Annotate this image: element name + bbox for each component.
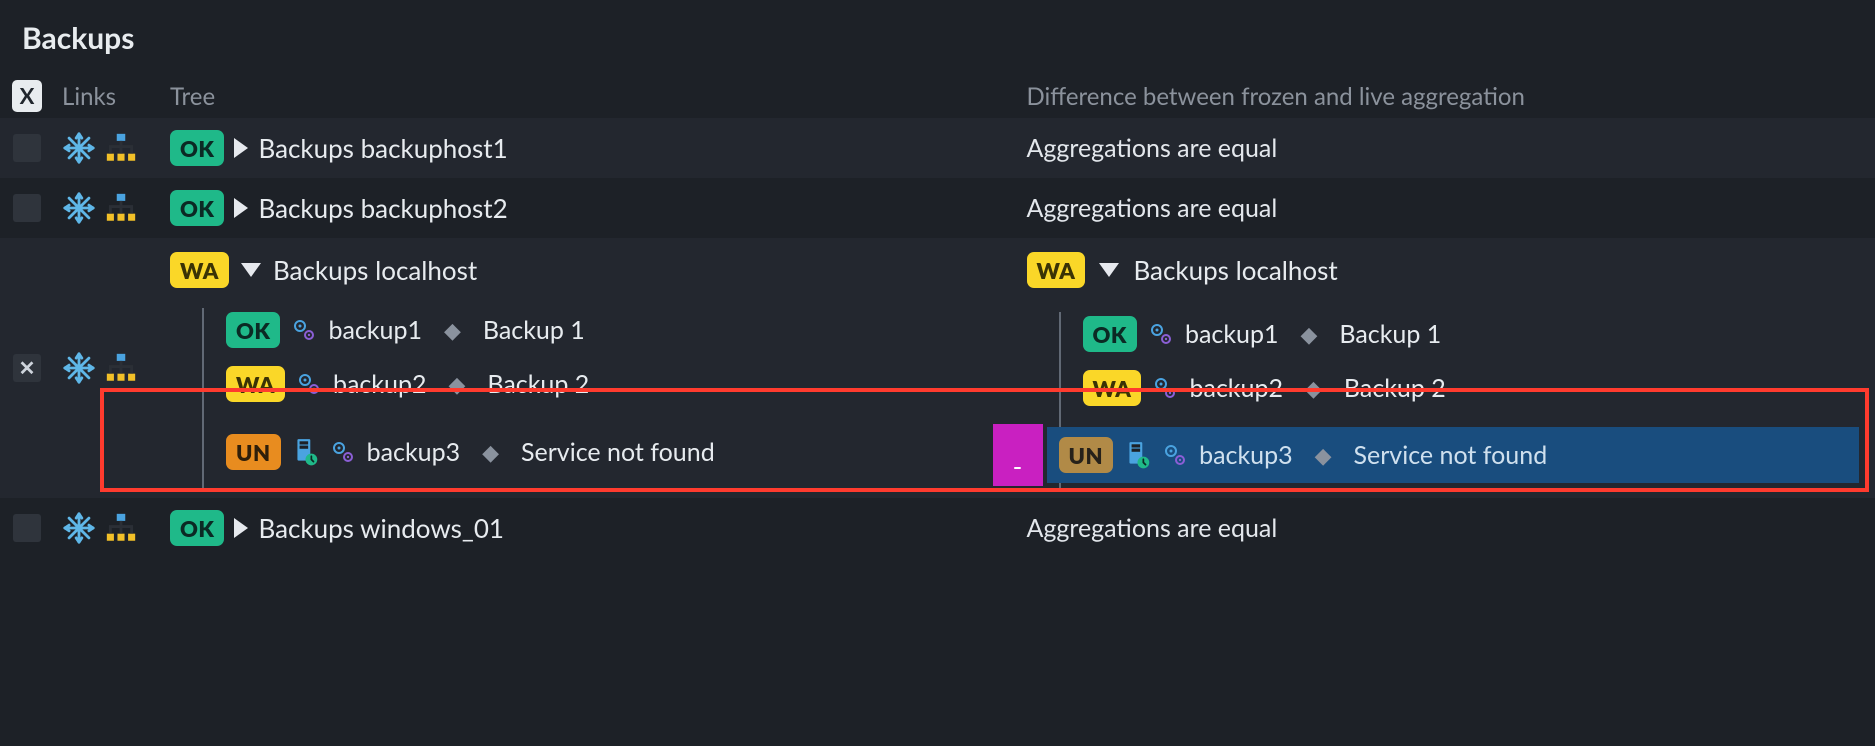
separator-diamond-icon: ◆: [434, 316, 471, 344]
status-badge: UN: [1059, 437, 1114, 473]
tree-leaf[interactable]: UN backup3 ◆ Service not found: [226, 420, 715, 484]
status-badge: OK: [170, 510, 224, 546]
table-row: OK Backups backuphost1 Aggregations are …: [0, 118, 1875, 178]
table-row: OK Backups backuphost2 Aggregations are …: [0, 178, 1875, 238]
table-row: OK Backups windows_01 Aggregations are e…: [0, 498, 1875, 558]
separator-diamond-icon: ◆: [1305, 441, 1342, 469]
service-name: backup3: [367, 437, 461, 467]
hierarchy-icon[interactable]: [104, 191, 138, 225]
hierarchy-icon[interactable]: [104, 511, 138, 545]
column-header-x[interactable]: X: [12, 80, 43, 112]
column-header-links[interactable]: Links: [54, 76, 162, 117]
service-icon: [292, 318, 316, 342]
tree-node-label[interactable]: Backups backuphost1: [258, 132, 507, 164]
service-desc: Service not found: [521, 437, 715, 467]
select-toggle[interactable]: [13, 194, 41, 222]
table-header: X Links Tree Difference between frozen a…: [0, 74, 1875, 118]
expand-toggle[interactable]: [234, 138, 248, 158]
tree-node-label[interactable]: Backups localhost: [273, 254, 477, 286]
snowflake-icon[interactable]: [62, 191, 96, 225]
diff-leaf[interactable]: OK backup1 ◆ Backup 1: [1083, 316, 1860, 352]
status-badge: WA: [1083, 370, 1142, 406]
host-time-icon: [293, 437, 319, 467]
service-desc: Backup 2: [1344, 373, 1446, 403]
service-icon: [297, 372, 321, 396]
tree-leaf[interactable]: OK backup1 ◆ Backup 1: [226, 312, 715, 348]
status-badge: WA: [1027, 252, 1086, 288]
tree-node-label[interactable]: Backups backuphost2: [258, 192, 507, 224]
page-title: Backups: [22, 20, 1875, 56]
expand-toggle[interactable]: [234, 518, 248, 538]
snowflake-icon[interactable]: [62, 351, 96, 385]
diff-removed-marker: -: [993, 424, 1043, 486]
service-name: backup2: [333, 369, 427, 399]
service-name: backup1: [328, 315, 422, 345]
status-badge: OK: [170, 130, 224, 166]
service-icon: [331, 440, 355, 464]
diff-leaf-highlighted[interactable]: - UN backup3 ◆: [993, 424, 1860, 486]
tree-guide-line: [202, 308, 204, 490]
snowflake-icon[interactable]: [62, 511, 96, 545]
separator-diamond-icon: ◆: [472, 438, 509, 466]
service-name: backup2: [1189, 373, 1283, 403]
column-header-diff[interactable]: Difference between frozen and live aggre…: [1019, 76, 1875, 117]
hierarchy-icon[interactable]: [104, 131, 138, 165]
service-desc: Service not found: [1354, 440, 1548, 470]
service-icon: [1163, 443, 1187, 467]
service-icon: [1153, 376, 1177, 400]
service-name: backup1: [1185, 319, 1279, 349]
status-badge: WA: [226, 366, 285, 402]
diff-leaf[interactable]: WA backup2 ◆ Backup 2: [1083, 370, 1860, 406]
status-badge: OK: [170, 190, 224, 226]
service-desc: Backup 1: [1339, 319, 1441, 349]
status-badge: OK: [226, 312, 280, 348]
separator-diamond-icon: ◆: [1295, 374, 1332, 402]
status-badge: WA: [170, 252, 229, 288]
table-row: WA Backups localhost OK backup1 ◆ Backup…: [0, 238, 1875, 498]
host-time-icon: [1125, 440, 1151, 470]
diff-equal-text: Aggregations are equal: [1027, 193, 1278, 223]
service-desc: Backup 2: [487, 369, 589, 399]
snowflake-icon[interactable]: [62, 131, 96, 165]
select-toggle[interactable]: [13, 134, 41, 162]
collapse-toggle[interactable]: [1099, 263, 1119, 277]
tree-leaf[interactable]: WA backup2 ◆ Backup 2: [226, 366, 715, 402]
column-header-tree[interactable]: Tree: [162, 76, 1019, 117]
separator-diamond-icon: ◆: [1290, 320, 1327, 348]
select-toggle[interactable]: [13, 514, 41, 542]
status-badge: OK: [1083, 316, 1137, 352]
status-badge: UN: [226, 434, 281, 470]
collapse-toggle[interactable]: [241, 263, 261, 277]
select-toggle[interactable]: [13, 354, 41, 382]
service-desc: Backup 1: [483, 315, 585, 345]
expand-toggle[interactable]: [234, 198, 248, 218]
service-name: backup3: [1199, 440, 1293, 470]
separator-diamond-icon: ◆: [438, 370, 475, 398]
service-icon: [1149, 322, 1173, 346]
diff-equal-text: Aggregations are equal: [1027, 513, 1278, 543]
diff-node-label[interactable]: Backups localhost: [1133, 254, 1337, 286]
tree-node-label[interactable]: Backups windows_01: [258, 512, 504, 544]
hierarchy-icon[interactable]: [104, 351, 138, 385]
diff-equal-text: Aggregations are equal: [1027, 133, 1278, 163]
